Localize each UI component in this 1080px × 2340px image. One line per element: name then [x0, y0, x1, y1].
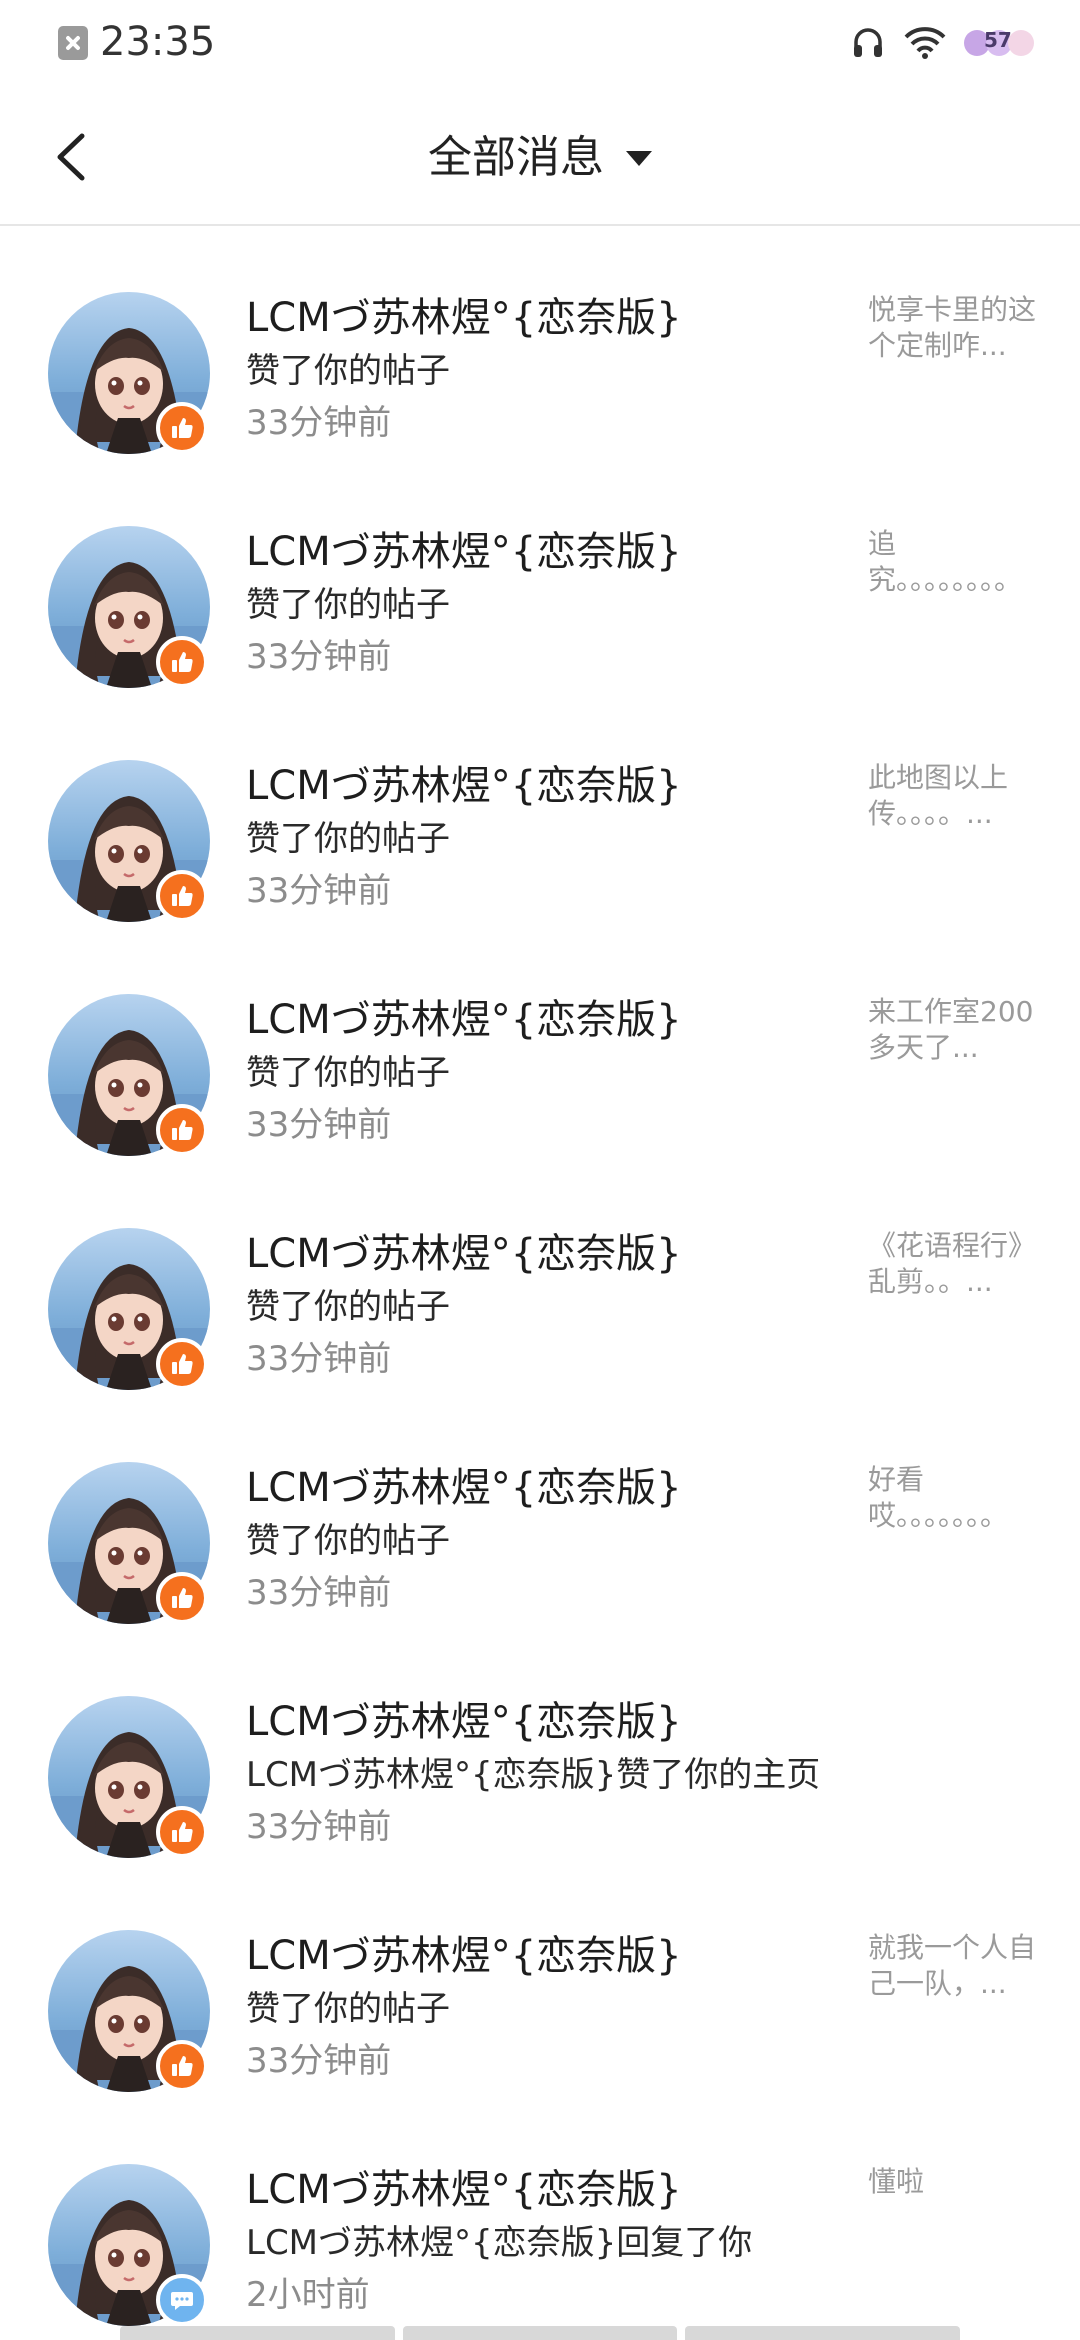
like-badge	[156, 1338, 208, 1390]
message-action: LCMづ苏林煜°{恋奈版}回复了你	[246, 2223, 753, 2263]
sender-name[interactable]: LCMづ苏林煜°{恋奈版}	[246, 1462, 682, 1514]
message-item[interactable]: LCMづ苏林煜°{恋奈版} LCMづ苏林煜°{恋奈版}赞了你的主页 33分钟前	[0, 1666, 1080, 1900]
post-preview[interactable]: 悦享卡里的这个定制咋...	[868, 292, 1048, 364]
page-title: 全部消息	[428, 132, 604, 183]
sender-name[interactable]: LCMづ苏林煜°{恋奈版}	[246, 1228, 682, 1280]
message-time: 33分钟前	[246, 2041, 392, 2081]
message-action: LCMづ苏林煜°{恋奈版}赞了你的主页	[246, 1755, 821, 1795]
sender-name[interactable]: LCMづ苏林煜°{恋奈版}	[246, 760, 682, 812]
sender-name[interactable]: LCMづ苏林煜°{恋奈版}	[246, 994, 682, 1046]
sender-name[interactable]: LCMづ苏林煜°{恋奈版}	[246, 1930, 682, 1982]
thumbs-up-icon	[172, 652, 193, 672]
thumbs-up-icon	[172, 418, 193, 438]
like-badge	[156, 1572, 208, 1624]
like-badge	[156, 1806, 208, 1858]
message-time: 33分钟前	[246, 871, 392, 911]
like-badge	[156, 402, 208, 454]
thumbs-up-icon	[172, 1822, 193, 1842]
message-item[interactable]: LCMづ苏林煜°{恋奈版} 赞了你的帖子 33分钟前 就我一个人自己一队，...	[0, 1900, 1080, 2134]
thumbs-up-icon	[172, 1588, 193, 1608]
message-item[interactable]: LCMづ苏林煜°{恋奈版} 赞了你的帖子 33分钟前 悦享卡里的这个定制咋...	[0, 262, 1080, 496]
status-time: 23:35	[100, 19, 216, 65]
reply-badge	[156, 2274, 208, 2326]
post-preview[interactable]: 来工作室200多天了...	[868, 994, 1048, 1066]
battery-level: 57	[984, 28, 1012, 52]
message-time: 33分钟前	[246, 1807, 392, 1847]
status-bar: 23:35 57	[0, 0, 1080, 90]
status-icons: 57	[850, 18, 1040, 68]
comment-icon	[171, 2292, 193, 2310]
like-badge	[156, 1104, 208, 1156]
caret-down-icon	[626, 150, 652, 166]
scroll-indicator	[120, 2326, 961, 2340]
message-action: 赞了你的帖子	[246, 1287, 450, 1327]
message-action: 赞了你的帖子	[246, 1053, 450, 1093]
sender-name[interactable]: LCMづ苏林煜°{恋奈版}	[246, 1696, 682, 1748]
message-time: 33分钟前	[246, 403, 392, 443]
thumbs-up-icon	[172, 1354, 193, 1374]
message-list: LCMづ苏林煜°{恋奈版} 赞了你的帖子 33分钟前 悦享卡里的这个定制咋...…	[0, 262, 1080, 2340]
post-preview[interactable]: 懂啦	[868, 2164, 1048, 2200]
message-time: 33分钟前	[246, 1105, 392, 1145]
like-badge	[156, 870, 208, 922]
message-item[interactable]: LCMづ苏林煜°{恋奈版} 赞了你的帖子 33分钟前 来工作室200多天了...	[0, 964, 1080, 1198]
message-item[interactable]: LCMづ苏林煜°{恋奈版} 赞了你的帖子 33分钟前 《花语程行》乱剪。。...	[0, 1198, 1080, 1432]
sender-name[interactable]: LCMづ苏林煜°{恋奈版}	[246, 2164, 682, 2216]
thumbs-up-icon	[172, 2056, 193, 2076]
thumbs-up-icon	[172, 1120, 193, 1140]
message-action: 赞了你的帖子	[246, 1989, 450, 2029]
post-preview[interactable]: 就我一个人自己一队，...	[868, 1930, 1048, 2002]
wifi-icon	[904, 27, 946, 59]
message-item[interactable]: LCMづ苏林煜°{恋奈版} 赞了你的帖子 33分钟前 好看哎。。。。。。。	[0, 1432, 1080, 1666]
sender-name[interactable]: LCMづ苏林煜°{恋奈版}	[246, 526, 682, 578]
post-preview[interactable]: 《花语程行》乱剪。。...	[868, 1228, 1048, 1300]
message-item[interactable]: LCMづ苏林煜°{恋奈版} LCMづ苏林煜°{恋奈版}回复了你 2小时前 懂啦	[0, 2134, 1080, 2340]
message-time: 33分钟前	[246, 1339, 392, 1379]
notification-dismissed-icon	[58, 26, 88, 60]
message-item[interactable]: LCMづ苏林煜°{恋奈版} 赞了你的帖子 33分钟前 此地图以上传。。。。...	[0, 730, 1080, 964]
sender-name[interactable]: LCMづ苏林煜°{恋奈版}	[246, 292, 682, 344]
like-badge	[156, 636, 208, 688]
message-action: 赞了你的帖子	[246, 351, 450, 391]
title-dropdown[interactable]: 全部消息	[0, 126, 1080, 190]
thumbs-up-icon	[172, 886, 193, 906]
like-badge	[156, 2040, 208, 2092]
post-preview[interactable]: 追究。。。。。。。。	[868, 526, 1048, 598]
battery-icon: 57	[964, 26, 1040, 60]
header: 全部消息	[0, 90, 1080, 226]
message-time: 2小时前	[246, 2275, 370, 2315]
message-item[interactable]: LCMづ苏林煜°{恋奈版} 赞了你的帖子 33分钟前 追究。。。。。。。。	[0, 496, 1080, 730]
message-action: 赞了你的帖子	[246, 1521, 450, 1561]
message-action: 赞了你的帖子	[246, 819, 450, 859]
message-time: 33分钟前	[246, 637, 392, 677]
post-preview[interactable]: 好看哎。。。。。。。	[868, 1462, 1048, 1534]
post-preview[interactable]: 此地图以上传。。。。...	[868, 760, 1048, 832]
message-time: 33分钟前	[246, 1573, 392, 1613]
headphones-icon	[854, 28, 882, 57]
message-action: 赞了你的帖子	[246, 585, 450, 625]
